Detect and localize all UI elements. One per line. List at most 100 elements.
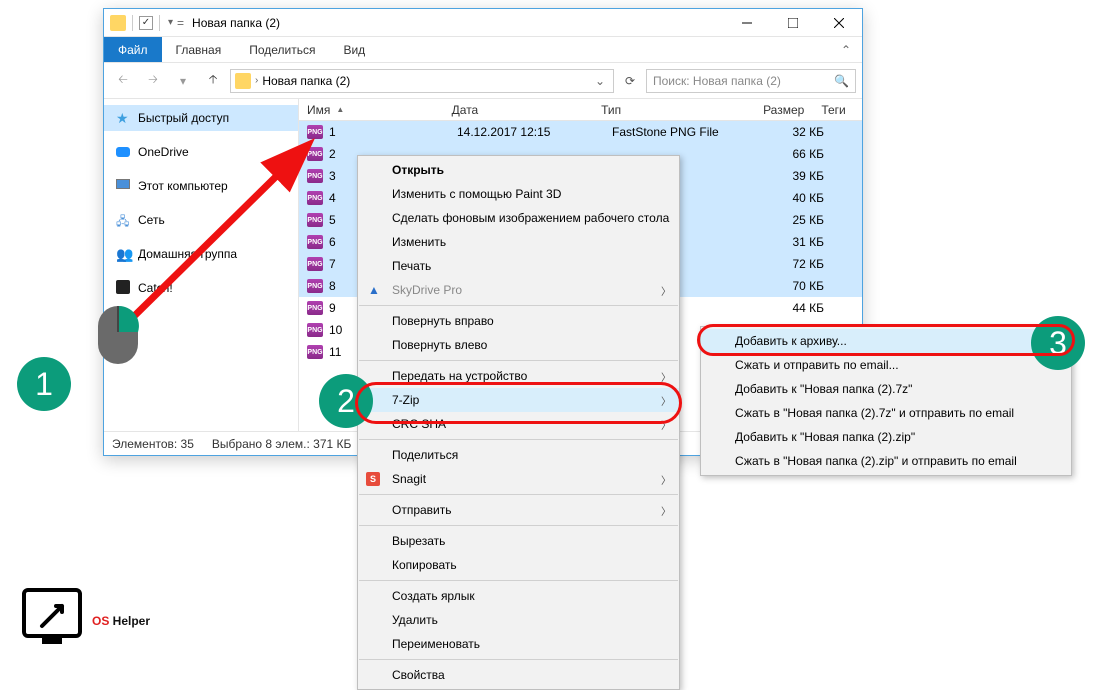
file-name: 4 [329, 191, 336, 205]
context-submenu-7zip: Добавить к архиву... Сжать и отправить п… [700, 326, 1072, 476]
ctx-snagit[interactable]: SSnagit〉 [358, 467, 679, 491]
skydrive-icon: ▲ [366, 282, 382, 298]
catch-icon [116, 280, 132, 296]
png-icon: PNG [307, 191, 323, 205]
png-icon: PNG [307, 169, 323, 183]
mouse-icon [94, 302, 142, 368]
ctx-rotate-right[interactable]: Повернуть вправо [358, 309, 679, 333]
ctx-rename[interactable]: Переименовать [358, 632, 679, 656]
sidebar-item-label: Сеть [138, 213, 165, 227]
chevron-right-icon: 〉 [661, 472, 671, 487]
sidebar-item-label: Домашняя группа [138, 247, 237, 261]
minimize-button[interactable] [724, 9, 770, 37]
png-icon: PNG [307, 323, 323, 337]
qat-dropdown-icon[interactable]: ▾ [168, 17, 173, 28]
column-size[interactable]: Размер [738, 103, 814, 117]
status-elements: Элементов: 35 [112, 437, 194, 451]
address-bar[interactable]: › Новая папка (2) ⌄ [230, 69, 614, 93]
close-button[interactable] [816, 9, 862, 37]
file-name: 7 [329, 257, 336, 271]
file-type: FastStone PNG File [604, 125, 754, 139]
ctx-7zip[interactable]: 7-Zip〉 [358, 388, 679, 412]
tab-main[interactable]: Главная [162, 37, 236, 62]
tab-file[interactable]: Файл [104, 37, 162, 62]
address-dropdown-icon[interactable]: ⌄ [591, 74, 609, 88]
file-name: 11 [329, 345, 341, 359]
ribbon: Файл Главная Поделиться Вид ⌃ [104, 37, 862, 63]
qat-properties-icon[interactable]: ✓ [139, 16, 153, 30]
sidebar-item-this-pc[interactable]: Этот компьютер [104, 173, 298, 199]
recent-button[interactable]: ▾ [170, 68, 196, 94]
folder-icon [110, 15, 126, 31]
maximize-button[interactable] [770, 9, 816, 37]
logo-monitor-icon [22, 588, 82, 638]
tab-view[interactable]: Вид [329, 37, 379, 62]
sidebar-item-quick-access[interactable]: ★ Быстрый доступ [104, 105, 298, 131]
ctx-crcsha[interactable]: CRC SHA〉 [358, 412, 679, 436]
file-name: 1 [329, 125, 336, 139]
sub-add-to-archive[interactable]: Добавить к архиву... [701, 329, 1071, 353]
ctx-paint3d[interactable]: Изменить с помощью Paint 3D [358, 182, 679, 206]
ctx-wallpaper[interactable]: Сделать фоновым изображением рабочего ст… [358, 206, 679, 230]
sub-compress-zip-email[interactable]: Сжать в "Новая папка (2).zip" и отправит… [701, 449, 1071, 473]
refresh-button[interactable]: ⟳ [618, 69, 642, 93]
sidebar-item-onedrive[interactable]: OneDrive [104, 139, 298, 165]
ctx-delete[interactable]: Удалить [358, 608, 679, 632]
file-name: 6 [329, 235, 336, 249]
png-icon: PNG [307, 125, 323, 139]
file-size: 66 КБ [754, 147, 832, 161]
ctx-rotate-left[interactable]: Повернуть влево [358, 333, 679, 357]
sub-add-zip[interactable]: Добавить к "Новая папка (2).zip" [701, 425, 1071, 449]
sidebar-item-catch[interactable]: Catch! [104, 275, 298, 301]
sub-add-7z[interactable]: Добавить к "Новая папка (2).7z" [701, 377, 1071, 401]
ctx-cast-to[interactable]: Передать на устройство〉 [358, 364, 679, 388]
ctx-edit[interactable]: Изменить [358, 230, 679, 254]
column-tags[interactable]: Теги [813, 103, 862, 117]
file-size: 32 КБ [754, 125, 832, 139]
sidebar-item-homegroup[interactable]: 👥Домашняя группа [104, 241, 298, 267]
file-size: 31 КБ [754, 235, 832, 249]
png-icon: PNG [307, 235, 323, 249]
file-name: 5 [329, 213, 336, 227]
sub-compress-email[interactable]: Сжать и отправить по email... [701, 353, 1071, 377]
ctx-print[interactable]: Печать [358, 254, 679, 278]
address-folder: Новая папка (2) [262, 74, 350, 88]
sidebar-item-label: Быстрый доступ [138, 111, 229, 125]
sidebar-item-network[interactable]: 🖧Сеть [104, 207, 298, 233]
chevron-right-icon: › [255, 75, 258, 86]
snagit-icon: S [366, 472, 380, 486]
file-name: 8 [329, 279, 336, 293]
sub-compress-7z-email[interactable]: Сжать в "Новая папка (2).7z" и отправить… [701, 401, 1071, 425]
png-icon: PNG [307, 279, 323, 293]
file-row[interactable]: PNG114.12.2017 12:15FastStone PNG File32… [299, 121, 862, 143]
png-icon: PNG [307, 213, 323, 227]
up-button[interactable]: 🡡 [200, 68, 226, 94]
folder-icon [235, 73, 251, 89]
forward-button[interactable]: 🡢 [140, 68, 166, 94]
ctx-open[interactable]: Открыть [358, 158, 679, 182]
sidebar-item-label: Catch! [138, 281, 173, 295]
column-name[interactable]: Имя▲ [299, 103, 444, 117]
png-icon: PNG [307, 301, 323, 315]
tab-share[interactable]: Поделиться [235, 37, 329, 62]
column-headers: Имя▲ Дата Тип Размер Теги [299, 99, 862, 121]
search-icon: 🔍 [834, 74, 849, 88]
logo-text: OS Helper [92, 592, 150, 635]
star-icon: ★ [116, 110, 132, 126]
file-size: 44 КБ [754, 301, 832, 315]
png-icon: PNG [307, 147, 323, 161]
column-date[interactable]: Дата [444, 103, 593, 117]
search-input[interactable]: Поиск: Новая папка (2) 🔍 [646, 69, 856, 93]
ribbon-collapse-icon[interactable]: ⌃ [830, 37, 862, 62]
column-type[interactable]: Тип [593, 103, 738, 117]
back-button[interactable]: 🡠 [110, 68, 136, 94]
chevron-right-icon: 〉 [661, 393, 671, 408]
ctx-share[interactable]: Поделиться [358, 443, 679, 467]
ctx-copy[interactable]: Копировать [358, 553, 679, 577]
chevron-right-icon: 〉 [661, 417, 671, 432]
ctx-cut[interactable]: Вырезать [358, 529, 679, 553]
ctx-skydrive[interactable]: ▲SkyDrive Pro〉 [358, 278, 679, 302]
ctx-properties[interactable]: Свойства [358, 663, 679, 687]
ctx-shortcut[interactable]: Создать ярлык [358, 584, 679, 608]
ctx-send[interactable]: Отправить〉 [358, 498, 679, 522]
